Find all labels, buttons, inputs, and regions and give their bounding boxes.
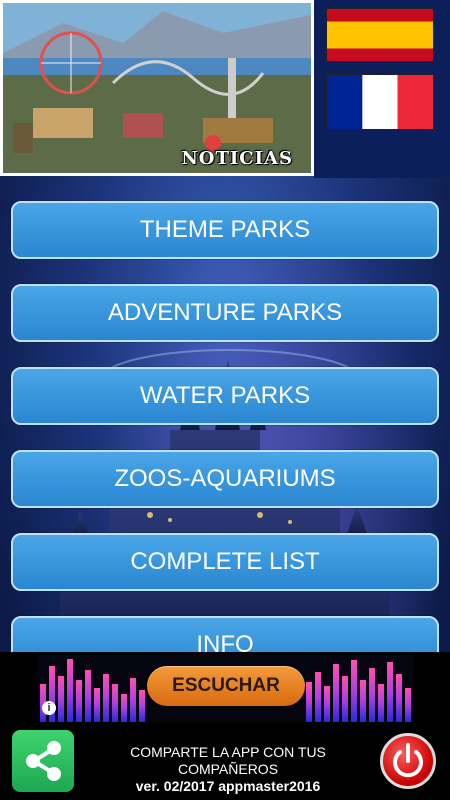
french-flag-icon[interactable]	[326, 74, 434, 130]
share-icon	[26, 741, 61, 781]
complete-list-button[interactable]: COMPLETE LIST	[11, 533, 439, 591]
zoos-aquariums-button[interactable]: ZOOS-AQUARIUMS	[11, 450, 439, 508]
share-prompt: COMPARTE LA APP CON TUS COMPAÑEROS	[130, 744, 326, 777]
ad-info-icon[interactable]: i	[42, 701, 56, 715]
water-parks-button[interactable]: WATER PARKS	[11, 367, 439, 425]
version-label: ver. 02/2017 appmaster2016	[135, 778, 321, 794]
news-banner[interactable]: NOTICIAS	[0, 0, 314, 176]
power-icon	[393, 743, 423, 778]
spanish-flag-icon[interactable]	[326, 8, 434, 62]
escuchar-button[interactable]: ESCUCHAR	[147, 666, 305, 706]
ad-banner[interactable]: ESCUCHAR	[0, 652, 450, 724]
header: NOTICIAS	[0, 0, 450, 178]
share-button[interactable]	[12, 730, 74, 792]
language-flags	[314, 0, 450, 178]
news-label: NOTICIAS	[181, 148, 293, 169]
theme-parks-button[interactable]: THEME PARKS	[11, 201, 439, 259]
exit-button[interactable]	[380, 733, 436, 789]
footer: COMPARTE LA APP CON TUS COMPAÑEROS ver. …	[0, 724, 450, 800]
adventure-parks-button[interactable]: ADVENTURE PARKS	[11, 284, 439, 342]
footer-text: COMPARTE LA APP CON TUS COMPAÑEROS ver. …	[80, 744, 376, 795]
